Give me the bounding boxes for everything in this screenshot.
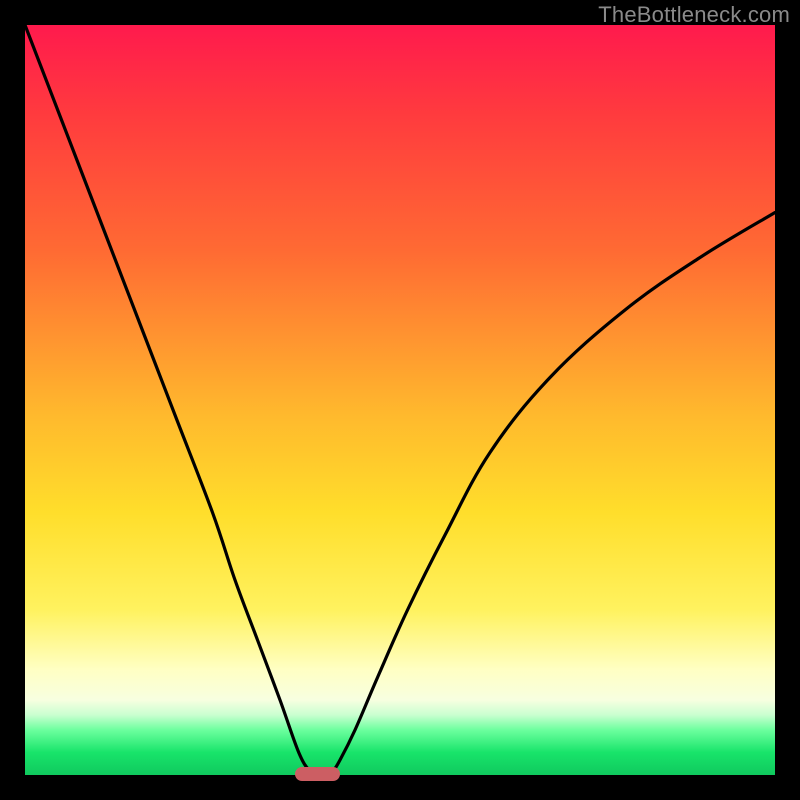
optimal-marker xyxy=(295,767,340,781)
chart-frame: TheBottleneck.com xyxy=(0,0,800,800)
bottleneck-curve xyxy=(25,25,775,775)
plot-area xyxy=(25,25,775,775)
